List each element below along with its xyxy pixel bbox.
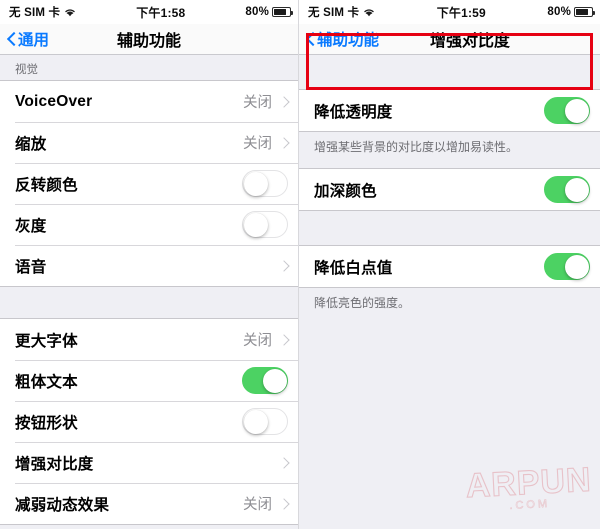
list-item-grayscale[interactable]: 灰度 <box>0 204 298 245</box>
list-item-label: 增强对比度 <box>15 455 94 473</box>
chevron-right-icon <box>280 95 288 108</box>
status-bar-time: 下午1:59 <box>436 5 486 20</box>
screenshot-pair: 无 SIM 卡 下午1:58 80% 通用 辅助功能 视觉 VoiceOver … <box>0 0 600 529</box>
list-item-larger-text[interactable]: 更大字体 关闭 <box>0 319 298 360</box>
chevron-right-icon <box>280 497 288 510</box>
toggle-knob <box>564 178 589 203</box>
toggle-knob <box>243 172 268 196</box>
list-item-increase-contrast[interactable]: 增强对比度 <box>0 442 298 483</box>
toggle-darken-colors[interactable] <box>544 176 590 204</box>
section-header-vision: 视觉 <box>0 55 298 80</box>
settings-group-darken-colors: 加深颜色 <box>299 168 600 212</box>
status-bar-left: 无 SIM 卡 <box>308 4 375 20</box>
list-item-label: 降低白点值 <box>314 259 393 277</box>
list-item-darken-colors[interactable]: 加深颜色 <box>299 169 600 211</box>
list-item-speech[interactable]: 语音 <box>0 245 298 286</box>
toggle-reduce-transparency[interactable] <box>544 97 590 124</box>
carrier-label: 无 SIM 卡 <box>9 7 61 19</box>
chevron-right-icon <box>280 259 288 272</box>
toggle-invert-colors[interactable] <box>242 170 288 197</box>
page-title: 增强对比度 <box>430 33 511 50</box>
battery-icon <box>272 7 293 17</box>
list-item-label: 缩放 <box>15 135 47 153</box>
settings-group-white-point: 降低白点值 <box>299 245 600 289</box>
right-screen: 无 SIM 卡 下午1:59 80% 辅助功能 增强对比度 降低透明度 增强某些… <box>299 0 600 529</box>
toggle-knob <box>243 410 268 434</box>
carrier-label: 无 SIM 卡 <box>308 7 360 19</box>
status-bar: 无 SIM 卡 下午1:58 80% <box>0 0 298 24</box>
toggle-knob <box>564 99 589 123</box>
list-item-label: 反转颜色 <box>15 176 78 194</box>
chevron-right-icon <box>280 136 288 149</box>
list-item-label: 减弱动态效果 <box>15 496 110 514</box>
list-item-value: 关闭 <box>243 95 272 111</box>
list-item-voiceover[interactable]: VoiceOver 关闭 <box>0 81 298 122</box>
chevron-right-icon <box>280 456 288 469</box>
toggle-grayscale[interactable] <box>242 211 288 238</box>
footnote-transparency: 增强某些背景的对比度以增加易读性。 <box>299 132 600 156</box>
status-bar-right: 80% <box>547 6 595 18</box>
wifi-icon <box>363 7 375 17</box>
battery-percent-label: 80% <box>245 6 269 18</box>
left-screen: 无 SIM 卡 下午1:58 80% 通用 辅助功能 视觉 VoiceOver … <box>0 0 299 529</box>
back-button[interactable]: 通用 <box>0 28 49 50</box>
list-item-bold-text[interactable]: 粗体文本 <box>0 360 298 401</box>
wifi-icon <box>64 7 76 17</box>
list-item-value: 关闭 <box>243 333 272 349</box>
list-item-label: 粗体文本 <box>15 373 78 391</box>
top-gap <box>299 55 600 89</box>
list-item-reduce-motion[interactable]: 减弱动态效果 关闭 <box>0 483 298 524</box>
status-bar-time: 下午1:58 <box>136 5 186 20</box>
back-button[interactable]: 辅助功能 <box>299 28 379 50</box>
list-item-zoom[interactable]: 缩放 关闭 <box>0 122 298 163</box>
settings-group-vision: VoiceOver 关闭 缩放 关闭 反转颜色 灰度 语音 <box>0 80 298 287</box>
list-item-button-shapes[interactable]: 按钮形状 <box>0 401 298 442</box>
toggle-knob <box>262 369 287 393</box>
list-item-value: 关闭 <box>243 136 272 152</box>
list-item-label: 加深颜色 <box>314 182 377 200</box>
toggle-knob <box>564 255 589 280</box>
settings-group-transparency: 降低透明度 <box>299 89 600 132</box>
list-item-label: 灰度 <box>15 217 47 235</box>
list-item-label: 更大字体 <box>15 332 78 350</box>
toggle-bold-text[interactable] <box>242 367 288 394</box>
list-item-label: 按钮形状 <box>15 414 78 432</box>
chevron-right-icon <box>280 333 288 346</box>
battery-icon <box>574 7 595 17</box>
chevron-left-icon <box>306 32 315 47</box>
back-button-label: 辅助功能 <box>317 32 380 49</box>
settings-list: 视觉 VoiceOver 关闭 缩放 关闭 反转颜色 灰度 语音 更大字体 关闭… <box>0 55 298 529</box>
list-item-reduce-transparency[interactable]: 降低透明度 <box>299 90 600 131</box>
chevron-left-icon <box>7 32 16 47</box>
back-button-label: 通用 <box>18 32 50 49</box>
list-item-label: VoiceOver <box>15 92 93 110</box>
toggle-knob <box>243 213 268 237</box>
settings-list: 降低透明度 增强某些背景的对比度以增加易读性。 加深颜色 降低白点值 降低亮色的… <box>299 55 600 529</box>
status-bar: 无 SIM 卡 下午1:59 80% <box>299 0 600 24</box>
toggle-button-shapes[interactable] <box>242 408 288 435</box>
battery-percent-label: 80% <box>547 6 571 18</box>
list-item-value: 关闭 <box>243 497 272 513</box>
navigation-bar: 辅助功能 增强对比度 <box>299 24 600 55</box>
status-bar-left: 无 SIM 卡 <box>9 4 76 20</box>
settings-group-text: 更大字体 关闭 粗体文本 按钮形状 增强对比度 减弱动态效果 关闭 <box>0 318 298 525</box>
footnote-white-point: 降低亮色的强度。 <box>299 288 600 312</box>
list-item-reduce-white-point[interactable]: 降低白点值 <box>299 246 600 288</box>
list-item-label: 语音 <box>15 258 47 276</box>
navigation-bar: 通用 辅助功能 <box>0 24 298 55</box>
group-gap <box>0 287 298 318</box>
list-item-invert-colors[interactable]: 反转颜色 <box>0 163 298 204</box>
list-item-label: 降低透明度 <box>314 103 393 121</box>
group-gap <box>299 211 600 246</box>
toggle-reduce-white-point[interactable] <box>544 253 590 281</box>
status-bar-right: 80% <box>245 6 293 18</box>
group-gap <box>299 155 600 169</box>
